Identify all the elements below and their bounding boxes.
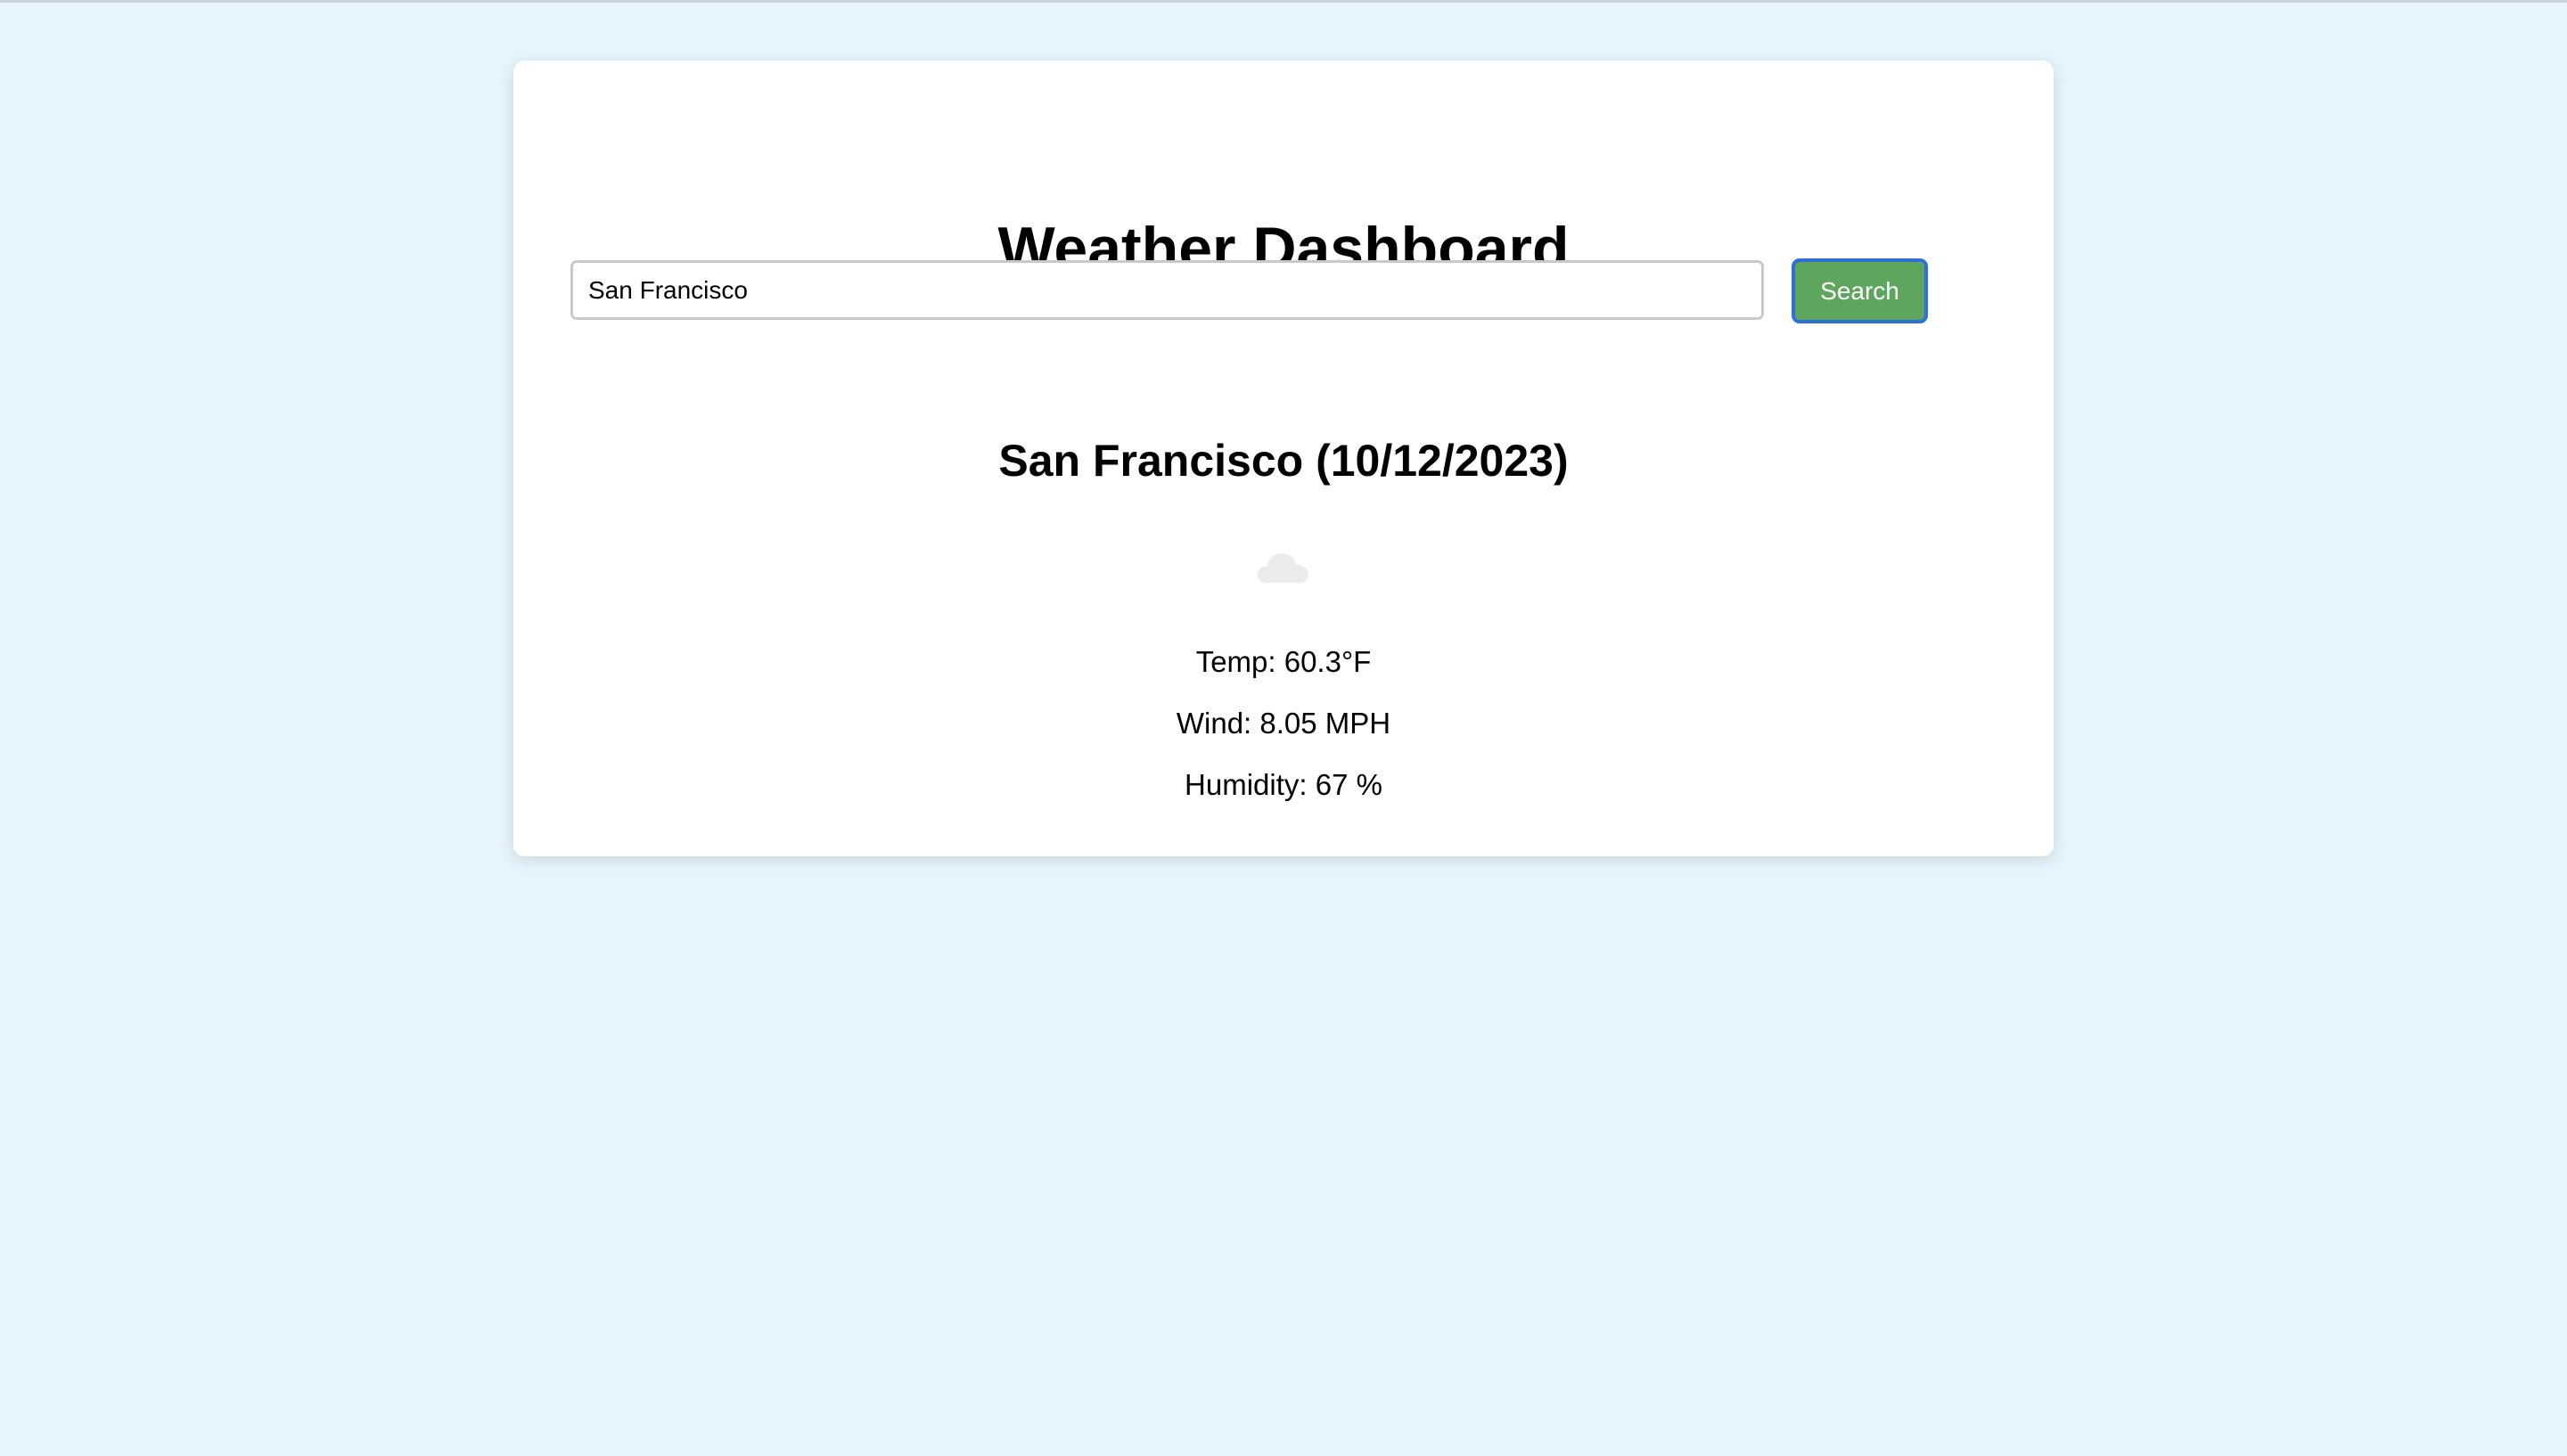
cloud-icon (1257, 553, 1308, 583)
temperature-text: Temp: 60.3°F (1195, 645, 1372, 678)
search-button[interactable]: Search (1792, 258, 1928, 323)
weather-card: Weather Dashboard Search San Francisco (… (513, 61, 2054, 856)
city-date-heading: San Francisco (10/12/2023) (998, 436, 1569, 486)
window-top-border (0, 0, 2567, 3)
city-search-input[interactable] (570, 260, 1764, 320)
humidity-text: Humidity: 67 % (1185, 768, 1382, 801)
wind-text: Wind: 8.05 MPH (1176, 707, 1391, 740)
